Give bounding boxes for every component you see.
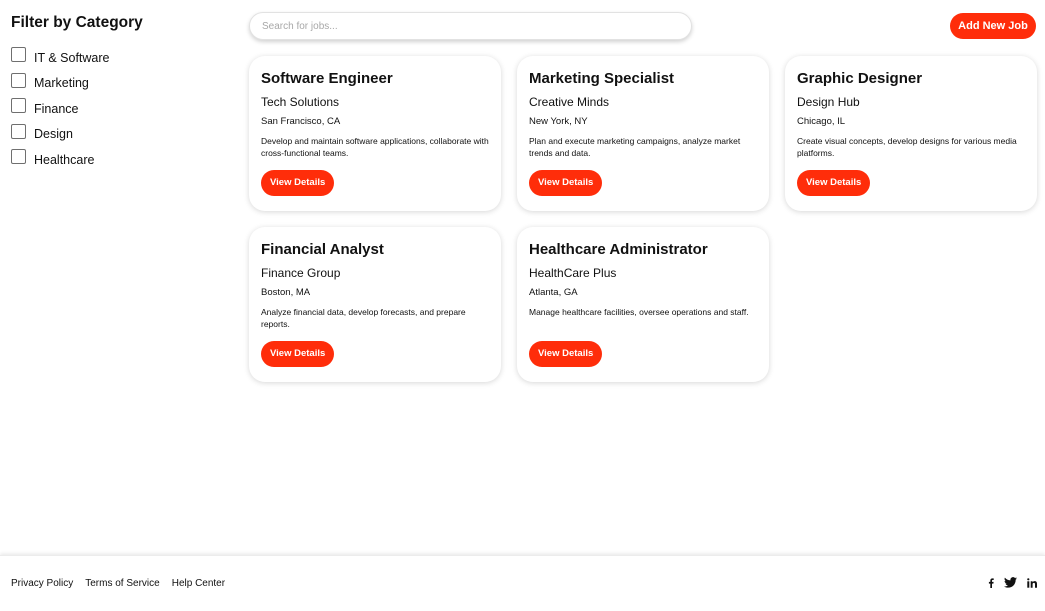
twitter-icon[interactable]: [1004, 577, 1017, 588]
job-location: Atlanta, GA: [529, 287, 578, 298]
job-description: Develop and maintain software applicatio…: [261, 136, 489, 158]
job-title: Marketing Specialist: [529, 70, 675, 87]
category-item-design[interactable]: Design: [11, 122, 231, 148]
checkbox-finance[interactable]: [11, 98, 26, 114]
social-links: [978, 577, 1037, 588]
job-location: Boston, MA: [261, 287, 311, 298]
add-new-job-button[interactable]: Add New Job: [950, 13, 1036, 39]
job-description: Plan and execute marketing campaigns, an…: [529, 136, 741, 158]
job-description: Manage healthcare facilities, oversee op…: [529, 307, 749, 317]
job-location: New York, NY: [529, 116, 588, 127]
job-company: Creative Minds: [529, 95, 610, 109]
category-item-marketing[interactable]: Marketing: [11, 71, 231, 97]
job-location: San Francisco, CA: [261, 116, 341, 127]
category-item-finance[interactable]: Finance: [11, 96, 231, 122]
help-center-link[interactable]: Help Center: [172, 578, 225, 589]
checkbox-it-software[interactable]: [11, 47, 26, 63]
job-title: Graphic Designer: [797, 70, 923, 87]
category-label: Finance: [34, 101, 79, 116]
search-input[interactable]: [250, 13, 691, 39]
checkbox-design[interactable]: [11, 123, 26, 139]
job-card: Marketing Specialist Creative Minds New …: [517, 56, 769, 211]
job-title: Software Engineer: [261, 70, 393, 87]
checkbox-healthcare[interactable]: [11, 149, 26, 165]
job-title: Healthcare Administrator: [529, 241, 708, 258]
view-details-button[interactable]: View Details: [797, 170, 871, 196]
category-item-it-software[interactable]: IT & Software: [11, 45, 231, 71]
job-company: Tech Solutions: [261, 95, 340, 109]
linkedin-icon[interactable]: [1027, 577, 1037, 588]
job-company: HealthCare Plus: [529, 266, 617, 280]
footer-links: Privacy Policy Terms of Service Help Cen…: [11, 578, 237, 589]
view-details-button[interactable]: View Details: [261, 170, 335, 196]
job-description: Create visual concepts, develop designs …: [797, 136, 1017, 158]
category-filter-sidebar: Filter by Category IT & Software Marketi…: [11, 13, 231, 173]
view-details-button[interactable]: View Details: [529, 170, 603, 196]
view-details-button[interactable]: View Details: [529, 341, 603, 367]
checkbox-marketing[interactable]: [11, 72, 26, 88]
job-card: Graphic Designer Design Hub Chicago, IL …: [785, 56, 1037, 211]
job-description: Analyze financial data, develop forecast…: [261, 307, 466, 329]
category-label: Marketing: [34, 76, 89, 91]
job-location: Chicago, IL: [797, 116, 846, 127]
facebook-icon[interactable]: [988, 577, 994, 588]
search-bar: [249, 12, 692, 40]
job-title: Financial Analyst: [261, 241, 384, 258]
job-card: Software Engineer Tech Solutions San Fra…: [249, 56, 501, 211]
category-label: Design: [34, 127, 73, 142]
filter-title: Filter by Category: [11, 14, 143, 31]
view-details-button[interactable]: View Details: [261, 341, 335, 367]
job-company: Finance Group: [261, 266, 341, 280]
category-label: IT & Software: [34, 50, 110, 65]
category-label: Healthcare: [34, 152, 95, 167]
category-item-healthcare[interactable]: Healthcare: [11, 147, 231, 173]
job-company: Design Hub: [797, 95, 860, 109]
job-card: Financial Analyst Finance Group Boston, …: [249, 227, 501, 382]
page-footer: Privacy Policy Terms of Service Help Cen…: [0, 555, 1045, 611]
job-card: Healthcare Administrator HealthCare Plus…: [517, 227, 769, 382]
terms-of-service-link[interactable]: Terms of Service: [85, 578, 159, 589]
category-list: IT & Software Marketing Finance Design H…: [11, 45, 231, 173]
privacy-policy-link[interactable]: Privacy Policy: [11, 578, 73, 589]
